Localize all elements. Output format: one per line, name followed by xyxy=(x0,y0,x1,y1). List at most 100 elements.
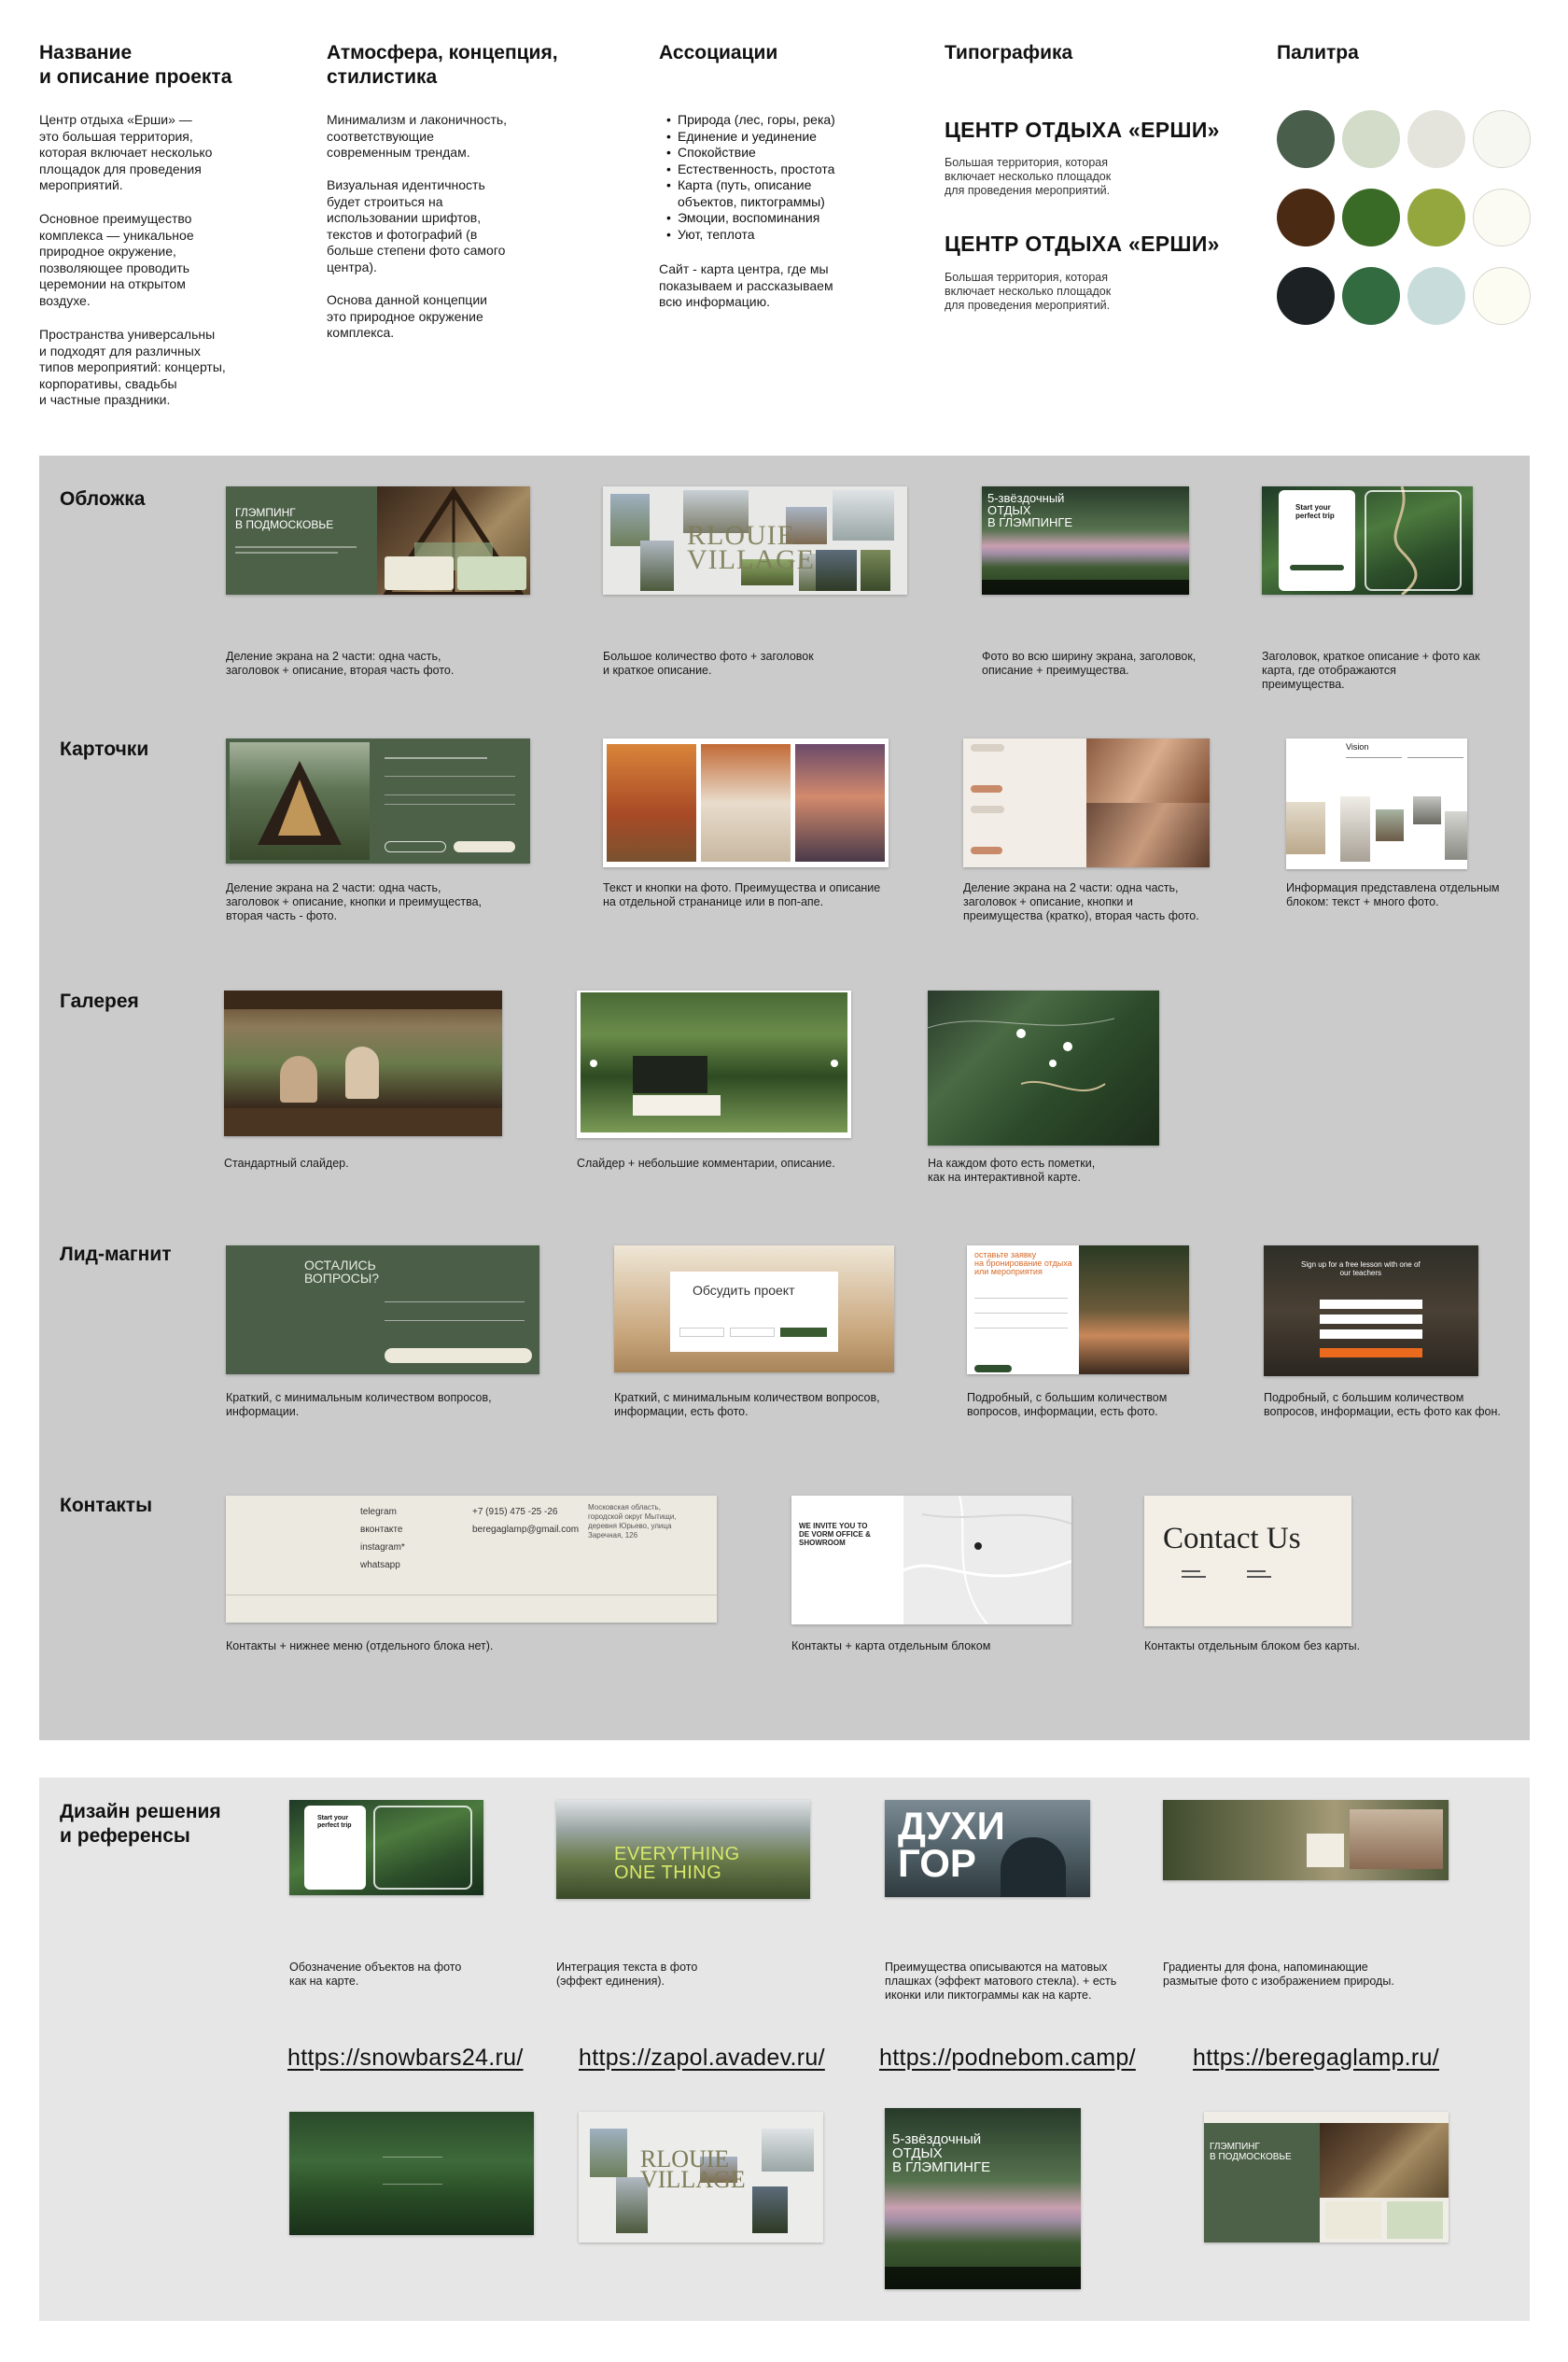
lead-caption-4: Подробный, с большим количеством вопросо… xyxy=(1264,1391,1501,1418)
col-palette-title: Палитра xyxy=(1277,42,1359,63)
palette-swatch xyxy=(1473,110,1531,168)
palette-swatch xyxy=(1342,110,1400,168)
design-thumb-everything: EVERYTHING ONE THING xyxy=(556,1800,810,1899)
ref-link-zapol[interactable]: https://zapol.avadev.ru/ xyxy=(579,2045,825,2072)
palette-swatch xyxy=(1407,189,1465,246)
design-title: Дизайн решения и референсы xyxy=(60,1801,221,1847)
lead-thumb-photo-title: Обсудить проект xyxy=(693,1283,795,1298)
cover-thumb-lake-title: 5-звёздочный ОТДЫХ В ГЛЭМПИНГЕ xyxy=(987,491,1073,529)
palette-swatch xyxy=(1407,267,1465,325)
palette-swatch xyxy=(1342,189,1400,246)
col-concept-p1: Минимализм и лаконичность, соответствующ… xyxy=(327,112,508,160)
section-title-cover: Обложка xyxy=(60,488,146,510)
assoc-item: Единение и уединение xyxy=(665,129,870,146)
ref-link-podnebom[interactable]: https://podnebom.camp/ xyxy=(879,2045,1136,2072)
contacts-link[interactable]: вконтакте xyxy=(360,1521,405,1539)
design-caption-3: Преимущества описываются на матовых плаш… xyxy=(885,1961,1117,2002)
col-project-p1: Центр отдыха «Ерши» — это большая террит… xyxy=(39,112,213,192)
ref-thumb-zapol-title: RLOUIE VILLAGE xyxy=(640,2145,746,2193)
ref-thumb-snowbars xyxy=(289,2112,534,2235)
design-thumb-map-trip: Start your perfect trip xyxy=(289,1800,483,1895)
contacts-link[interactable]: telegram xyxy=(360,1503,405,1521)
cards-thumb-vision: Vision xyxy=(1286,738,1467,869)
cover-thumb-trip: Start your perfect trip xyxy=(1262,486,1473,595)
cover-thumb-split: ГЛЭМПИНГ В ПОДМОСКОВЬЕ xyxy=(226,486,530,595)
section-title-contacts: Контакты xyxy=(60,1495,153,1516)
palette-swatch xyxy=(1473,267,1531,325)
lead-thumb-short: ОСТАЛИСЬ ВОПРОСЫ? xyxy=(226,1245,539,1374)
ref-link-beregaglamp[interactable]: https://beregaglamp.ru/ xyxy=(1193,2045,1439,2072)
ref-thumb-beregaglamp-title: ГЛЭМПИНГ В ПОДМОСКОВЬЕ xyxy=(1210,2142,1292,2162)
lead-caption-3: Подробный, с большим количеством вопросо… xyxy=(967,1391,1168,1418)
ref-thumb-zapol: RLOUIE VILLAGE xyxy=(579,2112,823,2242)
lead-caption-2: Краткий, с минимальным количеством вопро… xyxy=(614,1391,880,1418)
gallery-caption-1: Стандартный слайдер. xyxy=(224,1157,349,1170)
contacts-thumb-map: WE INVITE YOU TO DE VORM OFFICE & SHOWRO… xyxy=(791,1496,1071,1624)
col-project-title: Название и описание проекта xyxy=(39,42,232,88)
cards-caption-2: Текст и кнопки на фото. Преимущества и о… xyxy=(603,881,881,908)
palette-grid xyxy=(1277,110,1531,327)
section-title-lead: Лид-магнит xyxy=(60,1244,172,1265)
contacts-phone[interactable]: +7 (915) 475 -25 -26 xyxy=(472,1503,579,1521)
cards-caption-4: Информация представлена отдельным блоком… xyxy=(1286,881,1500,908)
design-thumb-spirits-title: ДУХИ ГОР xyxy=(898,1804,1005,1885)
lead-thumb-bg: Sign up for a free lesson with one of ou… xyxy=(1264,1245,1478,1376)
gallery-thumb-slider xyxy=(224,991,502,1136)
gallery-caption-3: На каждом фото есть пометки, как на инте… xyxy=(928,1157,1096,1184)
ref-thumb-beregaglamp: ГЛЭМПИНГ В ПОДМОСКОВЬЕ xyxy=(1204,2112,1449,2242)
assoc-item: Карта (путь, описание объектов, пиктогра… xyxy=(665,177,870,210)
col-concept-p3: Основа данной концепции это природное ок… xyxy=(327,292,487,340)
assoc-item: Уют, теплота xyxy=(665,227,870,244)
assoc-list: Природа (лес, горы, река) Единение и уед… xyxy=(665,112,870,243)
cover-caption-2: Большое количество фото + заголовок и кр… xyxy=(603,650,814,677)
cover-thumb-collage: RLOUIE VILLAGE xyxy=(603,486,907,595)
contacts-us-title: Contact Us xyxy=(1163,1522,1301,1555)
col-project-p2: Основное преимущество комплекса — уникал… xyxy=(39,211,194,308)
cover-thumb-lake: 5-звёздочный ОТДЫХ В ГЛЭМПИНГЕ xyxy=(982,486,1189,595)
col-project-p3: Пространства универсальны и подходят для… xyxy=(39,327,226,407)
sections-panel: Обложка ГЛЭМПИНГ В ПОДМОСКОВЬЕ RLOUIE VI… xyxy=(39,456,1530,1740)
contacts-invite: WE INVITE YOU TO DE VORM OFFICE & SHOWRO… xyxy=(799,1522,871,1547)
cover-thumb-trip-title: Start your perfect trip xyxy=(1295,503,1335,520)
contacts-links: telegram вконтакте instagram* whatsapp xyxy=(360,1503,405,1574)
col-typo-title: Типографика xyxy=(945,42,1073,63)
col-concept-p2: Визуальная идентичность будет строиться … xyxy=(327,177,506,274)
typo-heading-2: ЦЕНТР ОТДЫХА «ЕРШИ» xyxy=(945,232,1220,256)
contacts-caption-3: Контакты отдельным блоком без карты. xyxy=(1144,1639,1361,1652)
contacts-address: Московская область, городской округ Мыти… xyxy=(588,1503,677,1540)
contacts-thumb-footer: telegram вконтакте instagram* whatsapp +… xyxy=(226,1496,717,1623)
ref-link-snowbars[interactable]: https://snowbars24.ru/ xyxy=(287,2045,524,2072)
typo-sub-1: Большая территория, которая включает нес… xyxy=(945,156,1112,197)
lead-thumb-bg-title: Sign up for a free lesson with one of ou… xyxy=(1301,1260,1421,1277)
palette-swatch xyxy=(1473,189,1531,246)
contacts-link[interactable]: whatsapp xyxy=(360,1556,405,1574)
palette-swatch xyxy=(1277,110,1335,168)
design-caption-4: Градиенты для фона, напоминающие размыты… xyxy=(1163,1961,1394,1988)
cards-caption-1: Деление экрана на 2 части: одна часть, з… xyxy=(226,881,482,922)
col-assoc-note: Сайт - карта центра, где мы показываем и… xyxy=(659,261,833,309)
lead-thumb-detailed: оставьте заявку на бронирование отдыха и… xyxy=(967,1245,1189,1374)
assoc-item: Спокойствие xyxy=(665,145,870,162)
gallery-thumb-comments xyxy=(577,991,851,1138)
col-assoc-title: Ассоциации xyxy=(659,42,778,63)
design-thumb-map-trip-title: Start your perfect trip xyxy=(317,1815,352,1829)
design-thumb-spirits: ДУХИ ГОР xyxy=(885,1800,1090,1897)
design-thumb-gradient xyxy=(1163,1800,1449,1880)
gallery-caption-2: Слайдер + небольшие комментарии, описани… xyxy=(577,1157,835,1170)
contacts-link[interactable]: instagram* xyxy=(360,1539,405,1556)
cover-thumb-split-title: ГЛЭМПИНГ В ПОДМОСКОВЬЕ xyxy=(235,506,334,531)
assoc-item: Природа (лес, горы, река) xyxy=(665,112,870,129)
lead-thumb-photo: Обсудить проект xyxy=(614,1245,894,1372)
design-caption-2: Интеграция текста в фото (эффект единени… xyxy=(556,1961,698,1988)
cards-caption-3: Деление экрана на 2 части: одна часть, з… xyxy=(963,881,1199,922)
lead-thumb-detailed-title: оставьте заявку на бронирование отдыха и… xyxy=(974,1250,1072,1276)
design-panel: Дизайн решения и референсы Start your pe… xyxy=(39,1778,1530,2321)
typo-heading-1: ЦЕНТР ОТДЫХА «ЕРШИ» xyxy=(945,118,1220,142)
contacts-caption-1: Контакты + нижнее меню (отдельного блока… xyxy=(226,1639,494,1652)
typo-sub-2: Большая территория, которая включает нес… xyxy=(945,271,1112,312)
contacts-caption-2: Контакты + карта отдельным блоком xyxy=(791,1639,991,1652)
col-concept-title: Атмосфера, концепция, стилистика xyxy=(327,42,558,88)
lead-caption-1: Краткий, с минимальным количеством вопро… xyxy=(226,1391,492,1418)
ref-thumb-podnebom-title: 5-звёздочный ОТДЫХ В ГЛЭМПИНГЕ xyxy=(892,2131,991,2175)
contacts-email[interactable]: beregaglamp@gmail.com xyxy=(472,1521,579,1539)
